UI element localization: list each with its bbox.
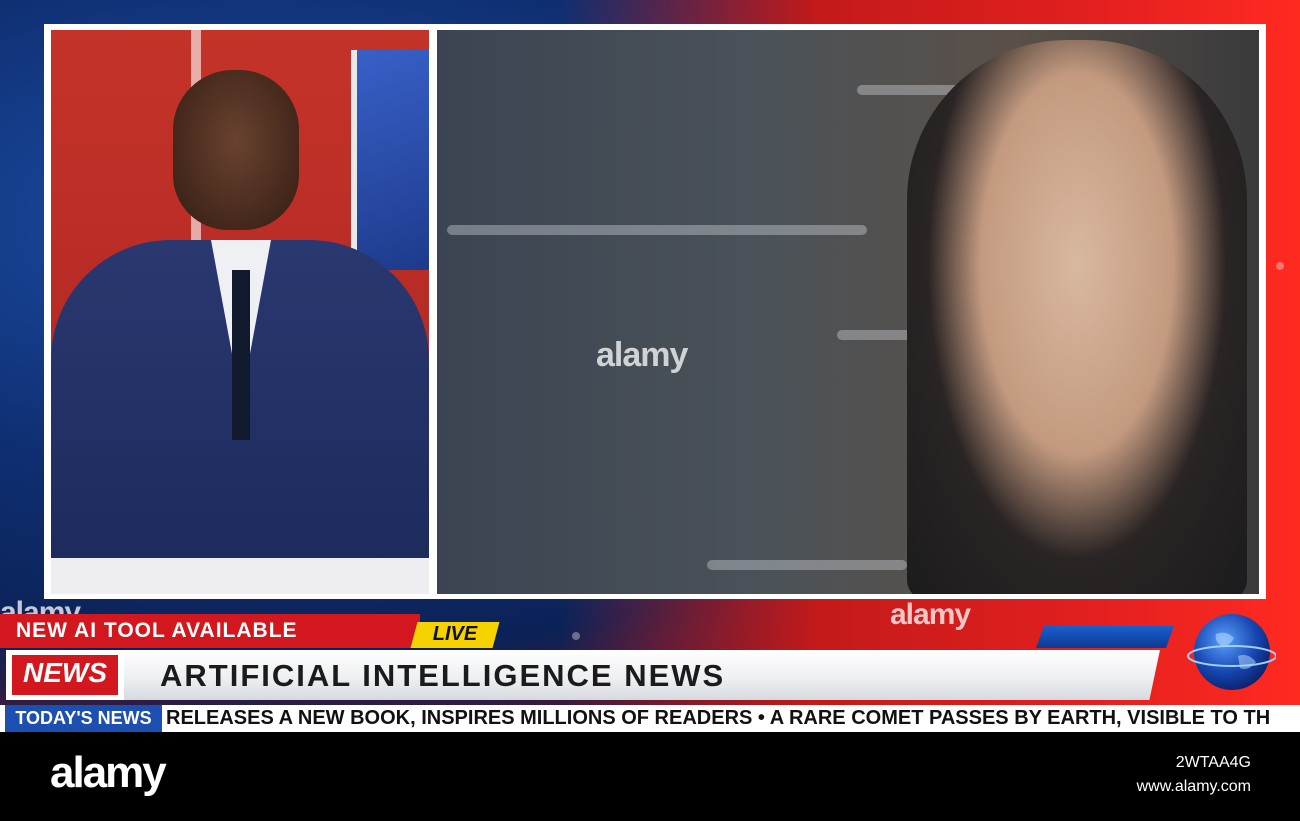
- code-overlay-line: [447, 225, 867, 235]
- woman-portrait: [907, 40, 1247, 594]
- sparkle: [572, 632, 580, 640]
- globe-icon: [1187, 614, 1276, 690]
- studio-screen: [351, 50, 429, 270]
- sparkle: [1276, 262, 1284, 270]
- broadcast-scene: alamy alamy alamy NEW AI TOOL AVAILABLE …: [0, 0, 1300, 732]
- image-id: 2WTAA4G: [1175, 754, 1251, 771]
- watermark-text: alamy: [890, 598, 971, 631]
- blue-accent-bar: [1035, 626, 1175, 648]
- ticker-text: RELEASES A NEW BOOK, INSPIRES MILLIONS O…: [166, 707, 1271, 729]
- watermark-text: alamy: [596, 336, 688, 374]
- alamy-logo: alamy: [50, 748, 167, 797]
- stock-footer: [0, 732, 1300, 821]
- ticker-label: TODAY'S NEWS: [5, 705, 162, 732]
- news-anchor-head: [173, 70, 299, 230]
- code-overlay-line: [707, 560, 907, 570]
- story-video-panel: [437, 30, 1259, 594]
- anchor-video-panel: [51, 30, 429, 594]
- live-label: LIVE: [432, 623, 478, 645]
- news-label: NEWS: [23, 657, 107, 688]
- site-url: www.alamy.com: [1136, 778, 1251, 795]
- news-desk: [51, 558, 429, 594]
- main-title-text: ARTIFICIAL INTELLIGENCE NEWS: [160, 658, 726, 693]
- headline-text: NEW AI TOOL AVAILABLE: [16, 619, 298, 642]
- news-anchor-tie: [232, 270, 250, 440]
